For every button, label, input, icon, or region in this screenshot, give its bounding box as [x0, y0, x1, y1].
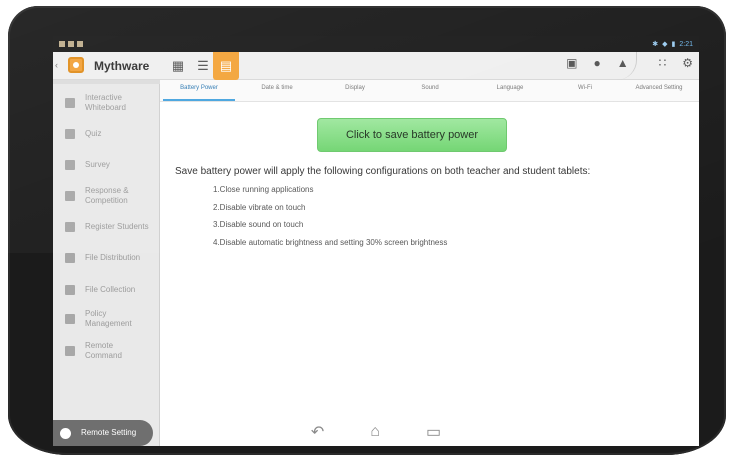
- battery-icon: ▮: [671, 41, 676, 48]
- whiteboard-icon: [65, 98, 75, 108]
- tablet-frame: ✱ ◆ ▮ 2:21 ‹ Mythware ▦ ☰ ▤ ▣ ● ▲ ∷ ⚙ In…: [8, 6, 726, 455]
- lock-icon[interactable]: ▲: [617, 56, 629, 70]
- tab-battery-power[interactable]: Battery Power: [163, 85, 235, 91]
- remote-command-icon: [65, 346, 75, 356]
- sidebar-item-clipped: [53, 80, 160, 84]
- notification-icons: [59, 41, 83, 47]
- app-title: Mythware: [94, 59, 150, 73]
- tab-language[interactable]: Language: [480, 85, 540, 91]
- sidebar-item-quiz[interactable]: Quiz: [53, 124, 160, 144]
- list-view-icon[interactable]: ☰: [194, 57, 212, 75]
- app-toolbar: ‹ Mythware ▦ ☰ ▤ ▣ ● ▲ ∷ ⚙: [53, 52, 699, 80]
- sidebar-item-interactive-whiteboard[interactable]: Interactive Whiteboard: [53, 90, 160, 116]
- sidebar: Interactive Whiteboard Quiz Survey Respo…: [53, 80, 160, 446]
- sidebar-item-label: Response & Competition: [85, 186, 129, 205]
- sidebar-item-register-students[interactable]: Register Students: [53, 217, 160, 237]
- active-tab-indicator: [163, 99, 235, 101]
- chat-icon[interactable]: ●: [593, 56, 600, 70]
- sidebar-item-survey[interactable]: Survey: [53, 155, 160, 175]
- tab-date-time[interactable]: Date & time: [242, 85, 312, 91]
- notification-icon: [77, 41, 83, 47]
- file-distribution-icon: [65, 253, 75, 263]
- survey-icon: [65, 160, 75, 170]
- apps-icon[interactable]: ∷: [659, 56, 667, 70]
- settings-tabs: Battery Power Date & time Display Sound …: [160, 80, 699, 102]
- list-item: 4.Disable automatic brightness and setti…: [213, 237, 448, 247]
- sidebar-item-label: File Distribution: [85, 253, 141, 262]
- mythware-logo: [68, 57, 84, 73]
- file-collection-icon: [65, 285, 75, 295]
- sidebar-item-file-collection[interactable]: File Collection: [53, 280, 160, 300]
- tab-display[interactable]: Display: [325, 85, 385, 91]
- tab-advanced-setting[interactable]: Advanced Setting: [620, 85, 698, 91]
- status-indicators: ✱ ◆ ▮ 2:21: [652, 40, 693, 49]
- back-arrow-icon[interactable]: ‹: [55, 60, 63, 70]
- sidebar-item-file-distribution[interactable]: File Distribution: [53, 248, 160, 268]
- sidebar-item-label: Policy Management: [85, 309, 132, 328]
- battery-power-panel: Click to save battery power Save battery…: [160, 102, 699, 446]
- android-nav-bar: ↶ ⌂ ▭: [53, 417, 699, 447]
- sidebar-item-label: File Collection: [85, 285, 136, 294]
- register-icon: [65, 222, 75, 232]
- wifi-icon: ◆: [662, 41, 668, 48]
- monitor-icon[interactable]: ▣: [566, 56, 577, 70]
- policy-icon: [65, 314, 75, 324]
- recent-apps-icon[interactable]: ▭: [426, 422, 441, 442]
- sidebar-item-policy-management[interactable]: Policy Management: [53, 306, 160, 332]
- battery-description: Save battery power will apply the follow…: [175, 166, 591, 177]
- quiz-icon: [65, 129, 75, 139]
- home-icon[interactable]: ⌂: [370, 423, 380, 441]
- tab-sound[interactable]: Sound: [400, 85, 460, 91]
- settings-view-icon[interactable]: ▤: [213, 52, 239, 80]
- sidebar-item-remote-command[interactable]: Remote Command: [53, 338, 160, 364]
- sidebar-item-label: Quiz: [85, 129, 102, 138]
- notification-icon: [59, 41, 65, 47]
- list-item: 2.Disable vibrate on touch: [213, 202, 306, 212]
- tab-wifi[interactable]: Wi-Fi: [560, 85, 610, 91]
- status-bar: ✱ ◆ ▮ 2:21: [53, 36, 699, 52]
- bluetooth-icon: ✱: [652, 41, 659, 48]
- notification-icon: [68, 41, 74, 47]
- sidebar-item-label: Survey: [85, 160, 110, 169]
- response-icon: [65, 191, 75, 201]
- grid-view-icon[interactable]: ▦: [169, 57, 187, 75]
- toolbar-actions: ▣ ● ▲ ∷ ⚙: [566, 56, 693, 70]
- list-item: 3.Disable sound on touch: [213, 220, 304, 229]
- sidebar-item-label: Interactive Whiteboard: [85, 93, 126, 112]
- clock: 2:21: [679, 40, 693, 48]
- sidebar-item-label: Register Students: [85, 222, 149, 231]
- configuration-list: 1.Close running applications 2.Disable v…: [213, 185, 447, 255]
- save-battery-power-button[interactable]: Click to save battery power: [317, 118, 507, 152]
- tablet-screen: ✱ ◆ ▮ 2:21 ‹ Mythware ▦ ☰ ▤ ▣ ● ▲ ∷ ⚙ In…: [53, 36, 699, 446]
- back-icon[interactable]: ↶: [311, 422, 324, 442]
- sidebar-item-response-competition[interactable]: Response & Competition: [53, 183, 160, 209]
- sidebar-item-label: Remote Command: [85, 341, 122, 360]
- list-item: 1.Close running applications: [213, 185, 314, 194]
- gear-icon[interactable]: ⚙: [682, 56, 693, 70]
